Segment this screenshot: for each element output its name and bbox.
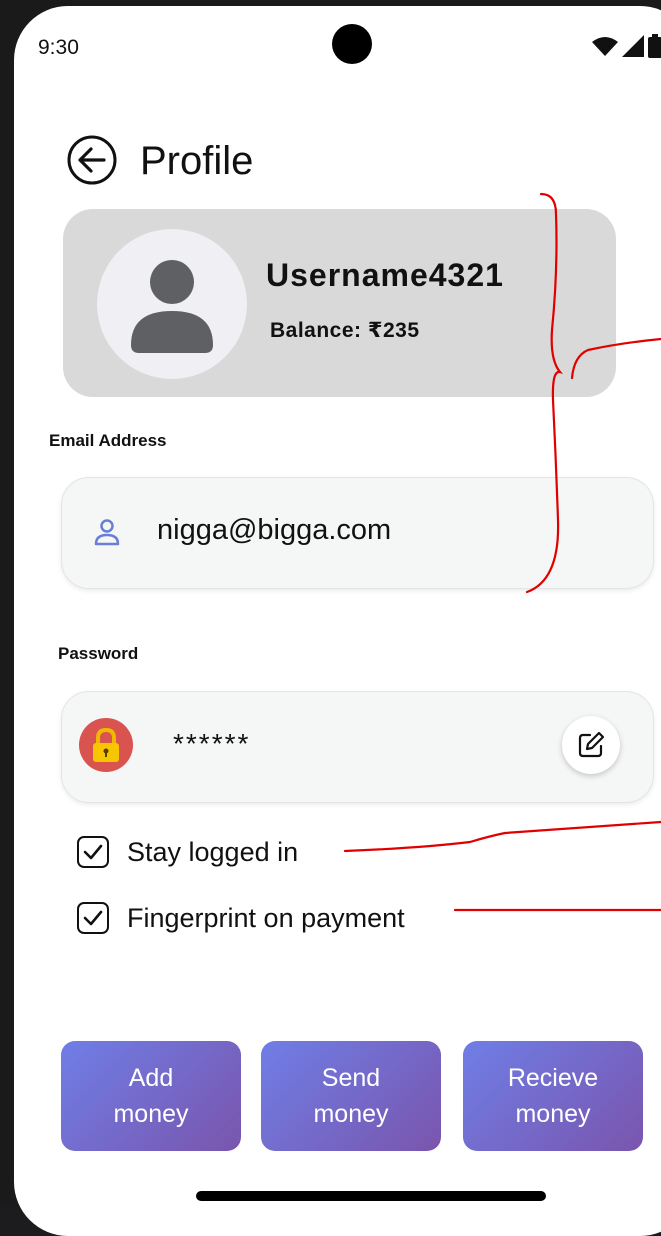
battery-icon [648, 34, 661, 58]
profile-card: Username4321 Balance: ₹235 [63, 209, 616, 397]
home-indicator [196, 1191, 546, 1201]
app-screen: 9:30 Profile Username4321 Balance: ₹235 … [14, 6, 661, 1236]
add-money-label: Add money [113, 1064, 189, 1128]
option-label: Fingerprint on payment [127, 902, 405, 933]
email-field[interactable]: nigga@bigga.com [61, 477, 654, 589]
add-money-button[interactable]: Add money [61, 1041, 241, 1151]
front-camera [332, 24, 372, 64]
user-outline-icon [94, 519, 120, 546]
signal-icon [622, 35, 644, 57]
balance: Balance: ₹235 [270, 319, 420, 342]
avatar[interactable] [97, 229, 247, 379]
wifi-icon [592, 37, 618, 56]
checkmark-icon [83, 910, 103, 926]
username: Username4321 [266, 257, 504, 293]
email-value: nigga@bigga.com [157, 514, 392, 546]
phone-frame: 9:30 Profile Username4321 Balance: ₹235 … [0, 0, 661, 1236]
password-value: ****** [173, 728, 251, 759]
status-icons [592, 34, 661, 58]
recieve-money-button[interactable]: Recieve money [463, 1041, 643, 1151]
lock-icon [79, 718, 133, 772]
edit-password-button[interactable] [562, 716, 620, 774]
page-title: Profile [140, 139, 254, 183]
password-label: Password [58, 644, 139, 663]
option-fingerprint[interactable]: Fingerprint on payment [77, 902, 405, 934]
status-time: 9:30 [38, 36, 79, 59]
option-label: Stay logged in [127, 836, 299, 867]
person-icon [131, 260, 213, 353]
edit-icon [578, 731, 605, 758]
email-label: Email Address [49, 431, 167, 450]
checkmark-icon [83, 844, 103, 860]
option-stay-logged-in[interactable]: Stay logged in [77, 836, 298, 868]
recieve-money-label: Recieve money [507, 1064, 599, 1128]
send-money-label: Send money [313, 1064, 389, 1128]
back-arrow-icon [67, 135, 117, 185]
checkbox-stay-logged-in[interactable] [77, 836, 109, 868]
checkbox-fingerprint[interactable] [77, 902, 109, 934]
password-field[interactable]: ****** [61, 691, 654, 803]
send-money-button[interactable]: Send money [261, 1041, 441, 1151]
back-button[interactable] [66, 134, 118, 186]
